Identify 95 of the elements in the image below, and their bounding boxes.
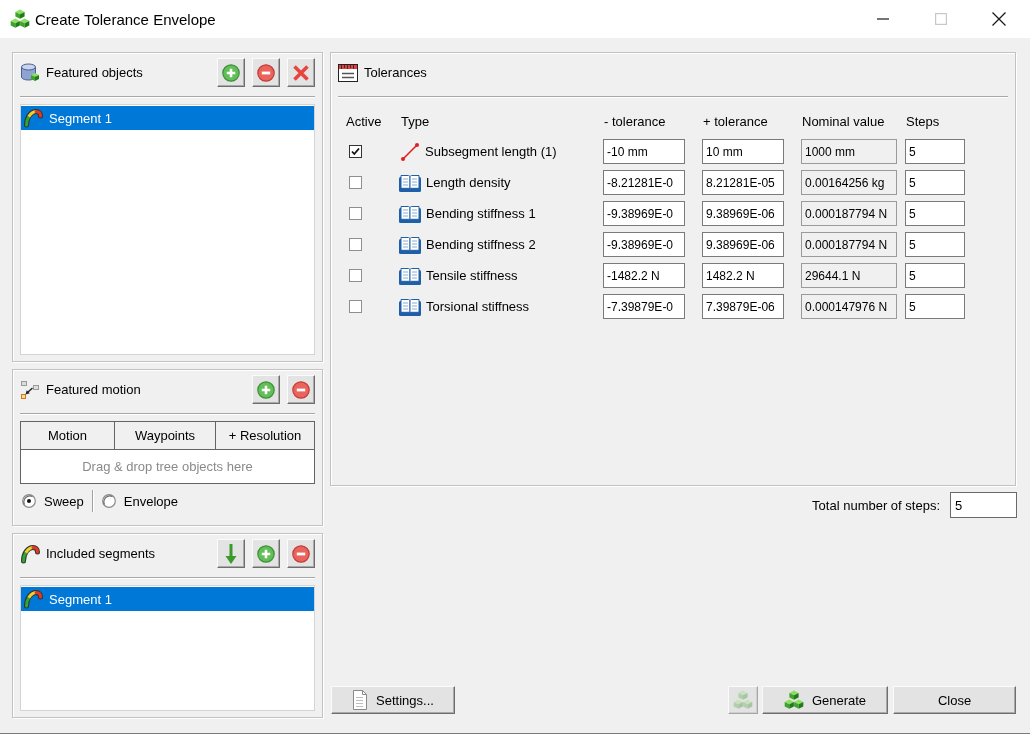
- panel-title: Included segments: [46, 546, 157, 561]
- column-header: Nominal value: [801, 113, 886, 129]
- remove-button[interactable]: [252, 58, 280, 87]
- checkbox[interactable]: [349, 300, 362, 313]
- type-label: Torsional stiffness: [426, 299, 530, 314]
- nodes-arrow-icon: [20, 379, 40, 400]
- close-button[interactable]: Close: [893, 686, 1016, 714]
- minus-tolerance-field[interactable]: -9.38969E-0: [603, 201, 685, 226]
- column-header: Steps: [905, 113, 941, 129]
- window-title: Create Tolerance Envelope: [35, 10, 217, 28]
- cubes-icon: [783, 690, 804, 710]
- plus-icon: [257, 544, 275, 563]
- steps-field[interactable]: 5: [905, 201, 965, 226]
- book-icon: [399, 204, 421, 223]
- steps-label: Total number of steps:: [812, 497, 940, 513]
- steps-field[interactable]: 5: [905, 294, 965, 319]
- book-icon: [399, 266, 421, 285]
- nominal-value-field[interactable]: 0.000147976 N: [801, 294, 897, 319]
- total-steps-field[interactable]: 5: [950, 492, 1017, 518]
- arrow-down-icon: [225, 543, 237, 564]
- minus-icon: [257, 63, 275, 82]
- minimize-icon: [877, 18, 889, 20]
- cubes-icon: [733, 690, 753, 710]
- nominal-value-field[interactable]: 29644.1 N: [801, 263, 897, 288]
- column-header: - tolerance: [603, 113, 667, 129]
- steps-field[interactable]: 5: [905, 139, 965, 164]
- minus-tolerance-field[interactable]: -7.39879E-0: [603, 294, 685, 319]
- line-icon: [400, 141, 420, 162]
- column-header: Type: [400, 113, 431, 129]
- type-label: Bending stiffness 2: [426, 237, 536, 252]
- steps-field[interactable]: 5: [905, 170, 965, 195]
- minus-icon: [292, 544, 310, 563]
- plus-tolerance-field[interactable]: 8.21281E-05: [702, 170, 784, 195]
- cubes-icon: [10, 9, 30, 29]
- cylinder-icon: [20, 62, 40, 83]
- add-button[interactable]: [252, 375, 280, 404]
- column-header: Active: [345, 113, 383, 129]
- settings-button[interactable]: Settings...: [331, 686, 455, 714]
- plus-icon: [257, 380, 275, 399]
- plus-tolerance-field[interactable]: 1482.2 N: [702, 263, 784, 288]
- nominal-value-field[interactable]: 0.000187794 N: [801, 201, 897, 226]
- column-header: Motion: [21, 422, 115, 449]
- plus-tolerance-field[interactable]: 7.39879E-06: [702, 294, 784, 319]
- ruler-icon: [338, 63, 358, 82]
- checkbox[interactable]: [349, 238, 362, 251]
- book-icon: [399, 235, 421, 254]
- curve-icon: [23, 108, 43, 128]
- maximize-icon: [935, 13, 947, 25]
- type-label: Subsegment length (1): [425, 144, 557, 159]
- checkbox[interactable]: [349, 145, 362, 158]
- type-label: Tensile stiffness: [426, 268, 518, 283]
- steps-field[interactable]: 5: [905, 232, 965, 257]
- radio-button[interactable]: Envelope: [101, 493, 178, 509]
- type-label: Length density: [426, 175, 511, 190]
- add-button[interactable]: [217, 58, 245, 87]
- column-header: Waypoints: [115, 422, 216, 449]
- cross-icon: [292, 63, 310, 82]
- plus-tolerance-field[interactable]: 9.38969E-06: [702, 232, 784, 257]
- nominal-value-field[interactable]: 0.000187794 N: [801, 232, 897, 257]
- generate-button[interactable]: Generate: [762, 686, 888, 714]
- move-down-button[interactable]: [217, 539, 245, 568]
- list-item[interactable]: Segment 1: [21, 587, 314, 611]
- add-button[interactable]: [252, 539, 280, 568]
- plus-icon: [222, 63, 240, 82]
- column-header: + tolerance: [702, 113, 769, 129]
- minus-tolerance-field[interactable]: -1482.2 N: [603, 263, 685, 288]
- radio-button[interactable]: Sweep: [22, 493, 84, 509]
- checkbox[interactable]: [349, 176, 362, 189]
- document-icon: [352, 690, 369, 710]
- steps-field[interactable]: 5: [905, 263, 965, 288]
- checkbox[interactable]: [349, 269, 362, 282]
- remove-button[interactable]: [287, 375, 315, 404]
- drop-zone[interactable]: Drag & drop tree objects here: [21, 450, 314, 483]
- panel-title: Featured motion: [46, 382, 142, 397]
- close-icon: [992, 12, 1006, 26]
- panel-title: Tolerances: [364, 65, 428, 80]
- remove-button[interactable]: [287, 539, 315, 568]
- nominal-value-field[interactable]: 1000 mm: [801, 139, 897, 164]
- plus-tolerance-field[interactable]: 9.38969E-06: [702, 201, 784, 226]
- curve-icon: [23, 589, 43, 609]
- book-icon: [399, 173, 421, 192]
- nominal-value-field[interactable]: 0.00164256 kg: [801, 170, 897, 195]
- plus-tolerance-field[interactable]: 10 mm: [702, 139, 784, 164]
- type-label: Bending stiffness 1: [426, 206, 536, 221]
- list-item[interactable]: Segment 1: [21, 106, 314, 130]
- minus-tolerance-field[interactable]: -8.21281E-0: [603, 170, 685, 195]
- curve-icon: [20, 543, 40, 564]
- checkbox[interactable]: [349, 207, 362, 220]
- delete-button[interactable]: [287, 58, 315, 87]
- minus-tolerance-field[interactable]: -9.38969E-0: [603, 232, 685, 257]
- minus-icon: [292, 380, 310, 399]
- column-header: + Resolution: [227, 427, 303, 445]
- book-icon: [399, 297, 421, 316]
- panel-title: Featured objects: [46, 65, 144, 80]
- minus-tolerance-field[interactable]: -10 mm: [603, 139, 685, 164]
